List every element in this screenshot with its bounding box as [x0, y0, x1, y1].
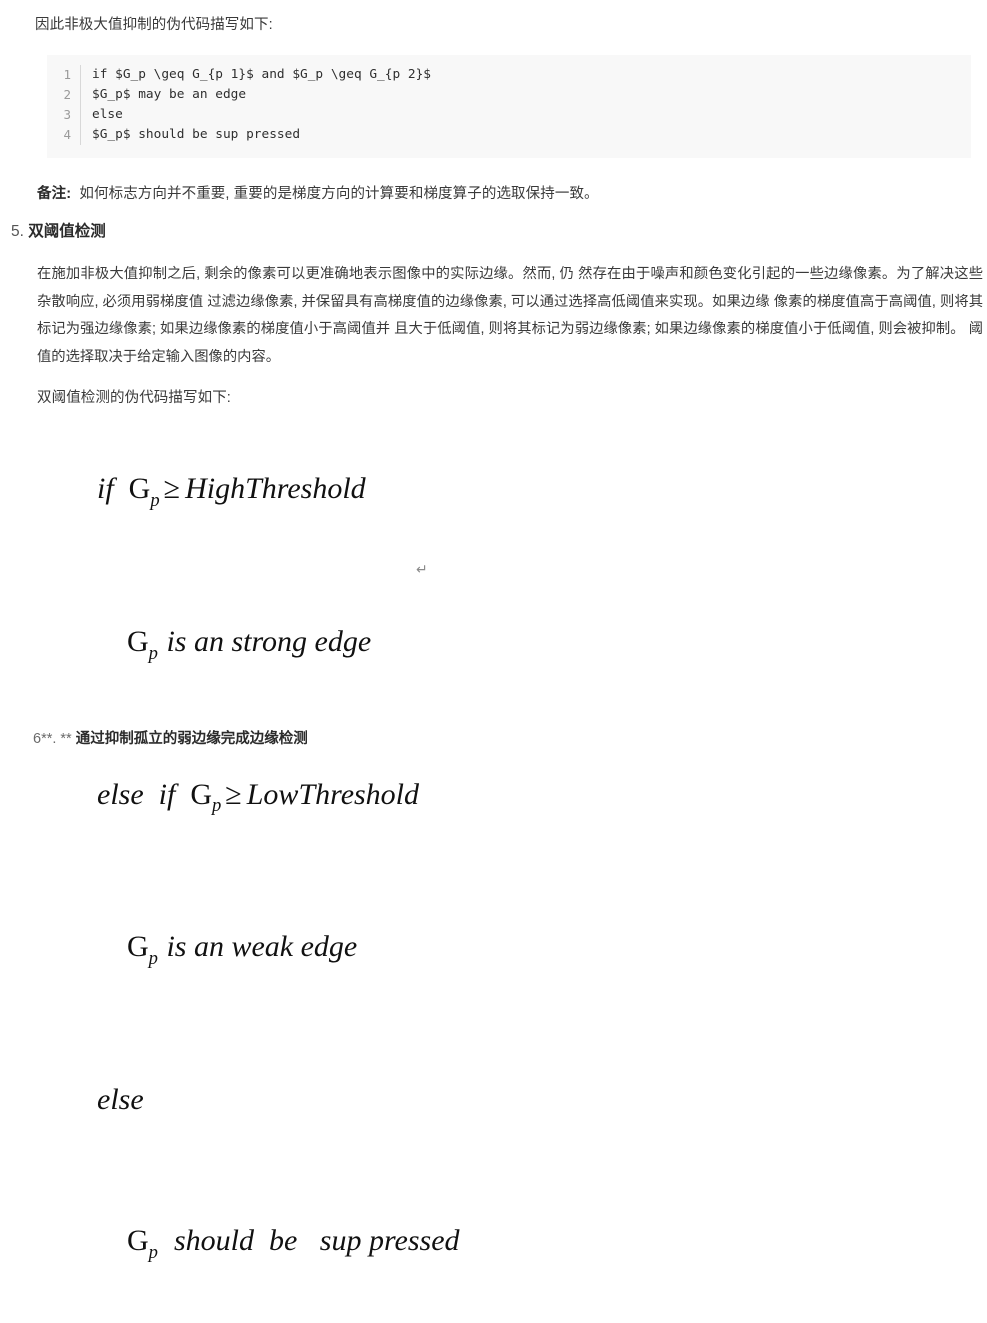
code-block[interactable]: 1 if $G_p \geq G_{p 1}$ and $G_p \geq G_… [47, 55, 971, 158]
equation-variable: G [128, 472, 151, 505]
code-line-number: 1 [47, 65, 81, 85]
code-line: 1 if $G_p \geq G_{p 1}$ and $G_p \geq G_… [47, 65, 971, 85]
note-paragraph: 备注: 如何标志方向并不重要, 重要的是梯度方向的计算要和梯度算子的选取保持一致… [37, 180, 599, 208]
code-line-text: $G_p$ should be sup pressed [92, 127, 301, 142]
equation-expression: HighThreshold [185, 472, 366, 505]
equation-subscript: p [150, 489, 160, 511]
equation-block: if Gp ≥ HighThreshold Gp is an strong edge… [0, 418, 987, 1323]
equation-line-6: Gp should be sup pressed [0, 1170, 987, 1323]
code-line-number: 4 [47, 125, 81, 145]
equation-keyword: if [97, 472, 114, 505]
footer-heading-title: 通过抑制孤立的弱边缘完成边缘检测 [75, 731, 308, 747]
equation-variable: G [127, 1224, 149, 1258]
code-line-number: 3 [47, 105, 81, 125]
equation-keyword: else if [97, 777, 176, 811]
equation-variable: G [127, 624, 149, 658]
code-line: 4 $G_p$ should be sup pressed [47, 125, 971, 145]
equation-line-2: Gp is an strong edge [0, 571, 987, 724]
equation-lead-paragraph: 双阈值检测的伪代码描写如下: [37, 390, 231, 406]
equation-subscript: p [148, 948, 158, 970]
code-line-text: if $G_p \geq G_{p 1}$ and $G_p \geq G_{p… [92, 67, 431, 82]
equation-operator: ≥ [225, 777, 242, 811]
equation-line-1: if Gp ≥ HighThreshold [0, 418, 987, 571]
equation-subscript: p [148, 642, 158, 664]
code-line-text: else [92, 107, 123, 122]
equation-text: is an weak edge [166, 930, 358, 964]
equation-variable: G [127, 930, 149, 964]
body-paragraph: 在施加非极大值抑制之后, 剩余的像素可以更准确地表示图像中的实际边缘。然而, 仍… [37, 266, 983, 365]
code-line: 3 else [47, 105, 971, 125]
code-line: 2 $G_p$ may be an edge [47, 85, 971, 105]
equation-operator: ≥ [163, 472, 181, 505]
section-heading-number: 5. [11, 223, 24, 240]
code-line-number: 2 [47, 85, 81, 105]
equation-expression: LowThreshold [246, 777, 420, 811]
equation-subscript: p [148, 1241, 158, 1263]
intro-paragraph: 因此非极大值抑制的伪代码描写如下: [35, 17, 273, 33]
footer-heading-prefix: 6**. ** [33, 731, 72, 747]
section-heading: 5. 双阈值检测 [11, 220, 106, 244]
return-mark-icon: ↵ [416, 562, 428, 578]
section-heading-title: 双阈值检测 [28, 223, 106, 240]
code-line-text: $G_p$ may be an edge [92, 87, 247, 102]
equation-text: should be sup pressed [173, 1224, 460, 1258]
note-text: 如何标志方向并不重要, 重要的是梯度方向的计算要和梯度算子的选取保持一致。 [79, 186, 599, 202]
footer-heading: 6**. ** 通过抑制孤立的弱边缘完成边缘检测 [33, 727, 308, 751]
equation-line-5: else [0, 1029, 987, 1170]
equation-subscript: p [211, 795, 222, 817]
equation-line-4: Gp is an weak edge [0, 876, 987, 1029]
document-page: 因此非极大值抑制的伪代码描写如下: 1 if $G_p \geq G_{p 1}… [0, 0, 987, 1263]
equation-variable: G [190, 777, 212, 811]
equation-keyword: else [97, 1083, 144, 1117]
equation-text: is an strong edge [166, 624, 372, 658]
note-label: 备注: [37, 186, 72, 202]
